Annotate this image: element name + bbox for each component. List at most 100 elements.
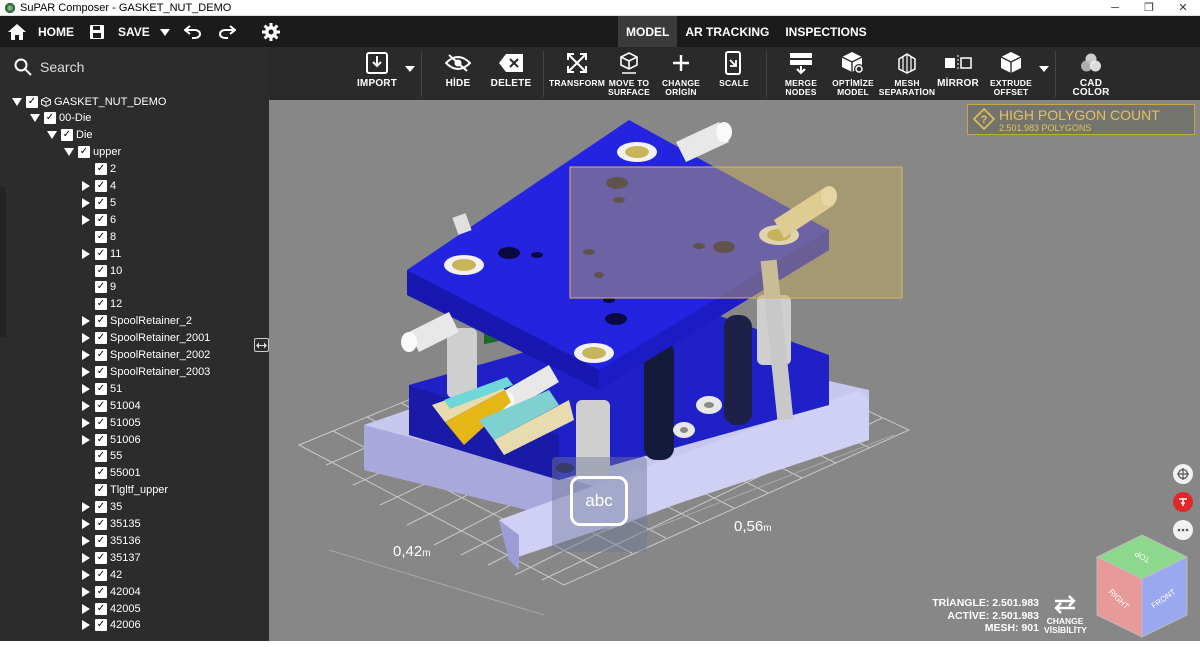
move-to-surface-button[interactable]: MOVE TO SURFACE <box>607 47 651 100</box>
visibility-checkbox[interactable]: ✓ <box>95 416 107 429</box>
tree-item[interactable]: ✓ 51004 <box>81 397 141 414</box>
visibility-checkbox[interactable]: ✓ <box>95 365 107 378</box>
tree-item[interactable]: ✓ 42004 <box>81 583 141 600</box>
caret-right-icon[interactable] <box>81 586 91 597</box>
tree-item[interactable]: ✓ 42 <box>81 566 122 583</box>
visibility-checkbox[interactable]: ✓ <box>95 450 107 463</box>
search-input[interactable]: Search <box>0 47 269 87</box>
tree-item[interactable]: ✓ SpoolRetainer_2001 <box>81 330 210 347</box>
caret-right-icon[interactable] <box>81 519 91 529</box>
text-input-key[interactable]: abc <box>552 457 647 552</box>
tree-item[interactable]: ✓ 42006 <box>81 617 141 634</box>
caret-right-icon[interactable] <box>81 333 91 344</box>
visibility-checkbox[interactable]: ✓ <box>95 315 107 328</box>
caret-right-icon[interactable] <box>81 535 91 546</box>
visibility-checkbox[interactable]: ✓ <box>95 180 107 192</box>
change-origin-button[interactable]: CHANGE ORİGİN <box>659 47 703 100</box>
tree-item[interactable]: ✓ GASKET_NUT_DEMO <box>12 93 166 110</box>
visibility-checkbox[interactable]: ✓ <box>95 467 107 480</box>
import-button[interactable]: IMPORT <box>357 47 397 100</box>
caret-right-icon[interactable] <box>81 434 91 445</box>
tree-item[interactable]: ✓ 51 <box>81 380 122 397</box>
close-button[interactable]: ✕ <box>1166 1 1200 14</box>
caret-right-icon[interactable] <box>81 350 91 360</box>
caret-right-icon[interactable] <box>81 620 91 631</box>
chevron-down-icon[interactable] <box>159 25 170 39</box>
caret-right-icon[interactable] <box>81 181 91 191</box>
visibility-checkbox[interactable]: ✓ <box>95 568 107 581</box>
visibility-checkbox[interactable]: ✓ <box>95 619 107 632</box>
center-view-button[interactable] <box>1173 464 1193 484</box>
tree-item[interactable]: ✓ 35135 <box>81 516 141 533</box>
visibility-checkbox[interactable]: ✓ <box>95 433 107 446</box>
caret-right-icon[interactable] <box>81 248 91 259</box>
tree-item[interactable]: ✓ Die <box>47 127 93 144</box>
visibility-checkbox[interactable]: ✓ <box>61 129 73 142</box>
tree-item[interactable]: ✓ 55001 <box>81 465 141 482</box>
visibility-checkbox[interactable]: ✓ <box>95 332 107 345</box>
visibility-checkbox[interactable]: ✓ <box>26 95 38 108</box>
tree-item[interactable]: ✓ 35136 <box>81 532 141 549</box>
pin-button[interactable] <box>1173 492 1193 512</box>
caret-right-icon[interactable] <box>81 569 91 580</box>
visibility-checkbox[interactable]: ✓ <box>44 112 56 125</box>
view-cube[interactable]: TOP RIGHT FRONT <box>1095 533 1190 641</box>
caret-right-icon[interactable] <box>81 383 91 394</box>
caret-right-icon[interactable] <box>81 400 91 411</box>
tree-item[interactable]: ✓ 9 <box>81 279 116 296</box>
tab-inspections[interactable]: INSPECTIONS <box>777 16 874 47</box>
hide-button[interactable]: HİDE <box>439 47 477 100</box>
visibility-checkbox[interactable]: ✓ <box>95 382 107 395</box>
transform-button[interactable]: TRANSFORM <box>549 47 605 100</box>
visibility-checkbox[interactable]: ✓ <box>95 298 107 311</box>
visibility-checkbox[interactable]: ✓ <box>95 196 107 209</box>
scale-button[interactable]: SCALE <box>715 47 753 100</box>
caret-right-icon[interactable] <box>81 197 91 208</box>
merge-nodes-button[interactable]: MERGE NODES <box>779 47 823 100</box>
tree-item[interactable]: ✓ SpoolRetainer_2003 <box>81 363 210 380</box>
visibility-checkbox[interactable]: ✓ <box>95 230 107 243</box>
tree-item[interactable]: ✓ 35 <box>81 499 122 516</box>
tree-item[interactable]: ✓ 51005 <box>81 414 141 431</box>
visibility-checkbox[interactable]: ✓ <box>95 501 107 514</box>
extrude-offset-button[interactable]: EXTRUDE OFFSET <box>987 47 1035 100</box>
tree-item[interactable]: ✓ 10 <box>81 262 122 279</box>
settings-button[interactable] <box>254 16 288 47</box>
caret-right-icon[interactable] <box>81 552 91 563</box>
caret-right-icon[interactable] <box>81 214 91 225</box>
visibility-checkbox[interactable]: ✓ <box>95 247 107 260</box>
extrude-dropdown-icon[interactable] <box>1039 66 1049 72</box>
tab-ar-tracking[interactable]: AR TRACKING <box>677 16 777 47</box>
restore-button[interactable]: ❐ <box>1132 1 1166 14</box>
caret-right-icon[interactable] <box>81 603 91 614</box>
redo-button[interactable] <box>210 16 244 47</box>
caret-down-icon[interactable] <box>30 113 40 123</box>
caret-down-icon[interactable] <box>47 130 57 140</box>
caret-down-icon[interactable] <box>64 147 74 157</box>
visibility-checkbox[interactable]: ✓ <box>95 534 107 547</box>
tree-item[interactable]: ✓ 55 <box>81 448 122 465</box>
visibility-checkbox[interactable]: ✓ <box>95 349 107 361</box>
undo-button[interactable] <box>176 16 210 47</box>
save-button[interactable]: SAVE <box>80 16 176 47</box>
tree-item[interactable]: ✓ upper <box>64 144 121 161</box>
caret-down-icon[interactable] <box>12 97 22 107</box>
tree-item[interactable]: ✓ 35137 <box>81 549 141 566</box>
visibility-checkbox[interactable]: ✓ <box>95 484 107 497</box>
mirror-button[interactable]: MİRROR <box>937 47 979 100</box>
visibility-checkbox[interactable]: ✓ <box>95 585 107 598</box>
tab-model[interactable]: MODEL <box>618 16 678 47</box>
mesh-separation-button[interactable]: MESH SEPARATİON <box>879 47 935 100</box>
tree-scrollbar[interactable] <box>0 187 6 337</box>
panel-resize-handle[interactable] <box>254 338 269 352</box>
minimize-button[interactable]: ─ <box>1098 2 1132 14</box>
visibility-checkbox[interactable]: ✓ <box>95 518 107 530</box>
tree-item[interactable]: ✓ 00-Die <box>30 110 91 127</box>
tree-item[interactable]: ✓ 4 <box>81 178 116 195</box>
visibility-checkbox[interactable]: ✓ <box>78 146 90 159</box>
caret-right-icon[interactable] <box>81 502 91 513</box>
change-visibility-button[interactable]: CHANGE VİSİBİLİTY <box>1044 593 1087 635</box>
tree-item[interactable]: ✓ 6 <box>81 211 116 228</box>
visibility-checkbox[interactable]: ✓ <box>95 163 107 176</box>
tree-item[interactable]: ✓ SpoolRetainer_2 <box>81 313 192 330</box>
